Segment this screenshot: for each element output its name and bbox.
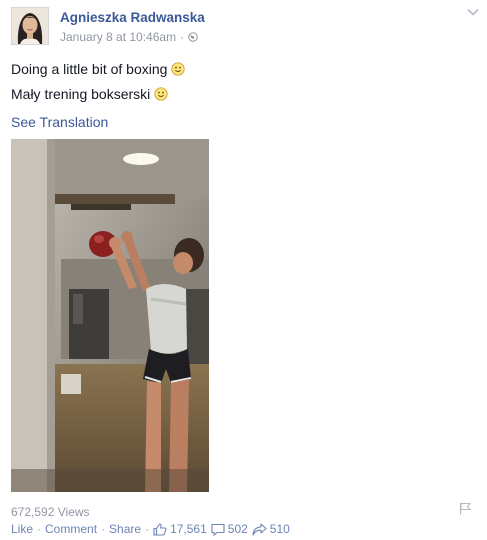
comment-link[interactable]: Comment [45, 522, 97, 536]
post-text-pl: Mały trening bokserski [11, 86, 151, 102]
smiley-icon [154, 87, 168, 101]
like-link[interactable]: Like [11, 522, 33, 536]
chevron-down-icon[interactable] [467, 8, 479, 16]
action-separator: · [145, 522, 150, 536]
action-bar: Like · Comment · Share · 17,561 502 510 [11, 522, 290, 536]
share-icon[interactable] [252, 522, 267, 536]
author-name[interactable]: Agnieszka Radwanska [60, 10, 205, 25]
action-separator: · [101, 522, 106, 536]
see-translation-link[interactable]: See Translation [11, 114, 108, 130]
post-text-line-2: Mały trening bokserski [11, 86, 168, 102]
video-frame [11, 139, 209, 492]
post-text-en: Doing a little bit of boxing [11, 61, 168, 77]
shares-count[interactable]: 510 [270, 522, 290, 536]
post-timestamp[interactable]: January 8 at 10:46am [60, 30, 176, 44]
view-count: 672,592 Views [11, 505, 90, 519]
author-avatar[interactable] [11, 7, 49, 45]
meta-separator: · [180, 30, 185, 44]
action-separator: · [37, 522, 42, 536]
thumbs-up-icon[interactable] [153, 522, 167, 536]
flag-icon[interactable] [459, 502, 471, 515]
post-text-line-1: Doing a little bit of boxing [11, 61, 186, 77]
comments-count[interactable]: 502 [228, 522, 248, 536]
video-player[interactable] [11, 139, 209, 492]
share-link[interactable]: Share [109, 522, 141, 536]
comment-icon[interactable] [211, 523, 225, 536]
likes-count[interactable]: 17,561 [170, 522, 207, 536]
smiley-icon [171, 62, 186, 76]
globe-icon[interactable] [188, 32, 198, 42]
post-meta: January 8 at 10:46am · [60, 30, 198, 44]
